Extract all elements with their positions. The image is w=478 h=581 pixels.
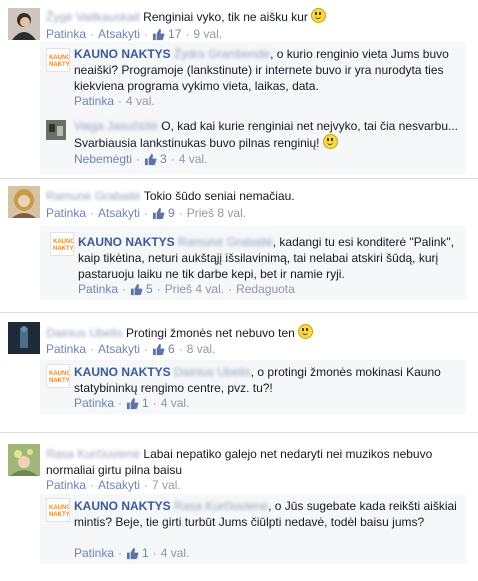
comment-time[interactable]: 8 val. (187, 342, 216, 356)
edited-label[interactable]: Redaguota (236, 282, 295, 296)
comment-meta: Patinka · Atsakyti · 17 · 9 val. (46, 27, 223, 41)
comment-thread: Žygė Vaitkauskait Renginiai vyko, tik ne… (0, 0, 478, 581)
svg-text:KAUNO: KAUNO (53, 239, 73, 245)
like-link[interactable]: Patinka (78, 282, 118, 296)
svg-text:NAKTYS: NAKTYS (53, 246, 73, 252)
svg-text:KAUNO: KAUNO (49, 371, 69, 377)
page-name[interactable]: KAUNO NAKTYS (74, 499, 171, 513)
like-count[interactable]: 1 (126, 546, 149, 560)
reply-time[interactable]: 4 val. (126, 94, 155, 108)
like-count[interactable]: 5 (130, 282, 153, 296)
avatar[interactable] (8, 444, 40, 476)
divider (0, 432, 478, 433)
kauno-naktys-logo[interactable]: KAUNONAKTYS (46, 498, 74, 522)
page-name[interactable]: KAUNO NAKTYS (74, 47, 171, 61)
like-link[interactable]: Patinka (46, 27, 86, 41)
reply-body: KAUNO NAKTYS Ramunė Grabaitė, kadangi tu… (78, 234, 458, 282)
page-name[interactable]: KAUNO NAKTYS (78, 235, 175, 249)
reply-meta: Nebemėgti · 3 · 4 val. (74, 152, 208, 166)
comment-body: Ramunė Grabaitė Tokio šūdo seniai nemači… (46, 188, 466, 204)
reply-time[interactable]: Prieš 4 val. (165, 282, 224, 296)
comment-meta: Patinka · Atsakyti · 7 val. (46, 478, 181, 492)
like-link[interactable]: Patinka (46, 478, 86, 492)
reply-time[interactable]: 4 val. (161, 396, 190, 410)
like-link[interactable]: Patinka (74, 396, 114, 410)
comment-text: Renginiai vyko, tik ne aišku kur (143, 10, 308, 24)
like-link[interactable]: Patinka (46, 342, 86, 356)
thumbs-up-icon (126, 397, 139, 409)
reply-body: KAUNO NAKTYS Žydra Granšiendė, o kurio r… (74, 46, 458, 94)
reply-body: KAUNO NAKTYS Rasa Kurčiuvienė, o Jūs sug… (74, 498, 458, 530)
like-count[interactable]: 9 (152, 206, 175, 220)
commenter-name[interactable]: Ramunė Grabaitė (46, 189, 141, 203)
divider (0, 178, 478, 179)
comment-meta: Patinka · Atsakyti · 6 · 8 val. (46, 342, 216, 356)
kauno-naktys-logo[interactable]: KAUNONAKTYS (46, 48, 74, 72)
reply-meta: Patinka · 1 · 4 val. (74, 396, 190, 410)
reply-meta: Patinka · 5 · Prieš 4 val. · Redaguota (78, 282, 295, 296)
reply-meta: Patinka · 4 val. (74, 94, 155, 108)
thumbs-up-icon (130, 283, 143, 295)
reply-link[interactable]: Atsakyti (98, 206, 140, 220)
reply-body: KAUNO NAKTYS Dainius Ubelis, o protingi … (74, 364, 458, 396)
smiley-icon (311, 8, 327, 23)
reply-body: Vaiga Jasučiūtė O, kad kai kurie rengini… (74, 118, 458, 151)
page-name[interactable]: KAUNO NAKTYS (74, 365, 171, 379)
like-link[interactable]: Patinka (46, 206, 86, 220)
mentioned-name[interactable]: Dainius Ubelis (174, 365, 251, 379)
like-link[interactable]: Patinka (74, 546, 114, 560)
avatar[interactable] (46, 120, 66, 140)
thumbs-up-icon (144, 153, 157, 165)
divider (0, 312, 478, 313)
comment-meta: Patinka · Atsakyti · 9 · Prieš 8 val. (46, 206, 247, 220)
commenter-name[interactable]: Rasa Kurčiuvienė (46, 447, 140, 461)
reply-meta: Patinka · 1 · 4 val. (74, 546, 190, 560)
avatar[interactable] (8, 8, 40, 40)
like-count[interactable]: 6 (152, 342, 175, 356)
svg-text:KAUNO: KAUNO (49, 505, 69, 511)
svg-text:KAUNO: KAUNO (49, 55, 69, 61)
commenter-name[interactable]: Vaiga Jasučiūtė (74, 119, 158, 133)
reply-time[interactable]: 4 val. (161, 546, 190, 560)
mentioned-name[interactable]: Žydra Granšiendė (174, 47, 270, 61)
like-count[interactable]: 1 (126, 396, 149, 410)
commenter-name[interactable]: Dainius Ubelis (46, 326, 123, 340)
like-link[interactable]: Patinka (74, 94, 114, 108)
like-count[interactable]: 17 (152, 27, 181, 41)
kauno-naktys-logo[interactable]: KAUNONAKTYS (50, 232, 78, 256)
unlike-link[interactable]: Nebemėgti (74, 152, 132, 166)
svg-text:NAKTYS: NAKTYS (49, 512, 69, 518)
smiley-icon (322, 134, 338, 149)
thumbs-up-icon (126, 547, 139, 559)
thumbs-up-icon (152, 207, 165, 219)
mentioned-name[interactable]: Ramunė Grabaitė (178, 235, 273, 249)
comment-body: Rasa Kurčiuvienė Labai nepatiko galejo n… (46, 446, 446, 478)
kauno-naktys-logo[interactable]: KAUNONAKTYS (46, 364, 74, 388)
avatar[interactable] (8, 186, 40, 218)
svg-text:NAKTYS: NAKTYS (49, 62, 69, 68)
reply-link[interactable]: Atsakyti (98, 342, 140, 356)
comment-time[interactable]: Prieš 8 val. (187, 206, 246, 220)
avatar[interactable] (8, 322, 40, 354)
comment-text: Protingi žmonės net nebuvo ten (126, 326, 295, 340)
comment-time[interactable]: 9 val. (193, 27, 222, 41)
comment-body: Dainius Ubelis Protingi žmonės net nebuv… (46, 324, 466, 341)
svg-text:NAKTYS: NAKTYS (49, 378, 69, 384)
reply-link[interactable]: Atsakyti (98, 478, 140, 492)
mentioned-name[interactable]: Rasa Kurčiuvienė (174, 499, 268, 513)
reply-time[interactable]: 4 val. (179, 152, 208, 166)
comment-body: Žygė Vaitkauskait Renginiai vyko, tik ne… (46, 8, 466, 25)
like-count[interactable]: 3 (144, 152, 167, 166)
comment-time[interactable]: 7 val. (152, 478, 181, 492)
comment-text: Tokio šūdo seniai nemačiau. (143, 189, 295, 203)
commenter-name[interactable]: Žygė Vaitkauskait (46, 10, 140, 24)
thumbs-up-icon (152, 28, 165, 40)
thumbs-up-icon (152, 343, 165, 355)
reply-link[interactable]: Atsakyti (98, 27, 140, 41)
smiley-icon (298, 324, 314, 339)
